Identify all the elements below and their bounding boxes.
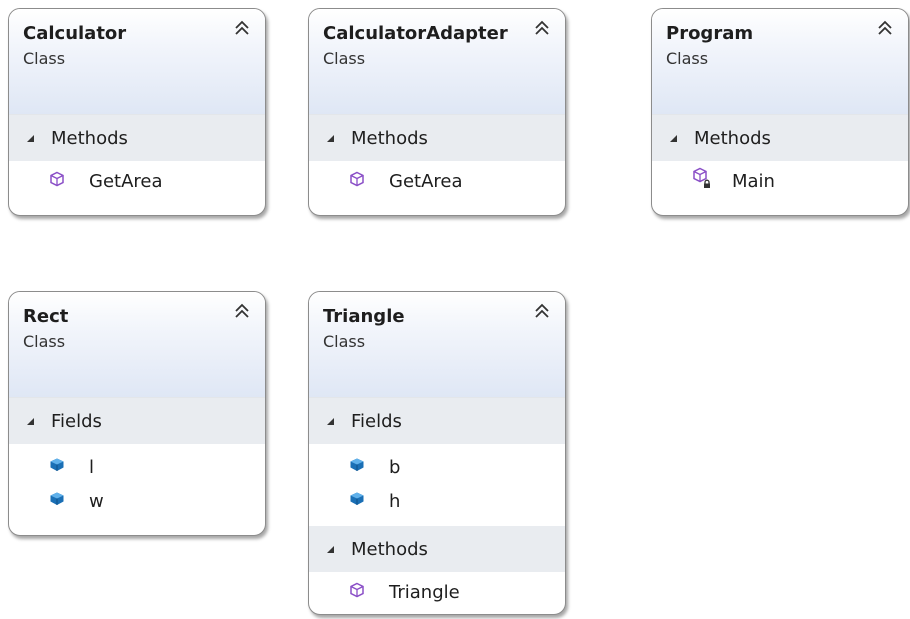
field-item[interactable]: w bbox=[9, 484, 265, 518]
class-kind: Class bbox=[666, 49, 709, 68]
field-icon bbox=[349, 457, 371, 477]
field-icon bbox=[349, 491, 371, 511]
field-item[interactable]: b bbox=[309, 450, 565, 484]
section-label: Methods bbox=[694, 127, 771, 149]
class-name: Program bbox=[666, 23, 754, 44]
class-header: CalculatorAdapter Class bbox=[309, 9, 565, 115]
member-label: b bbox=[389, 456, 401, 478]
class-name: Calculator bbox=[23, 23, 127, 44]
section-fields[interactable]: Fields bbox=[309, 398, 565, 444]
class-kind: Class bbox=[323, 332, 366, 351]
class-name: Triangle bbox=[323, 306, 405, 327]
member-label: Main bbox=[732, 170, 775, 192]
class-kind: Class bbox=[23, 332, 66, 351]
class-kind: Class bbox=[23, 49, 66, 68]
class-name: CalculatorAdapter bbox=[323, 23, 508, 44]
method-item[interactable]: Main bbox=[652, 161, 908, 201]
member-label: h bbox=[389, 490, 401, 512]
method-cube-icon bbox=[49, 171, 71, 191]
class-header: Triangle Class bbox=[309, 292, 565, 398]
member-label: GetArea bbox=[389, 170, 463, 192]
double-chevron-up-icon[interactable] bbox=[233, 19, 251, 37]
section-label: Fields bbox=[51, 410, 102, 432]
method-item[interactable]: Triangle bbox=[309, 572, 565, 612]
section-fields[interactable]: Fields bbox=[9, 398, 265, 444]
section-methods[interactable]: Methods bbox=[309, 115, 565, 161]
section-label: Methods bbox=[351, 127, 428, 149]
class-kind: Class bbox=[323, 49, 366, 68]
member-label: GetArea bbox=[89, 170, 163, 192]
method-cube-icon bbox=[349, 582, 371, 602]
class-box-triangle[interactable]: Triangle Class Fields b h Methods Triang… bbox=[308, 291, 566, 615]
triangle-expanded-icon bbox=[325, 133, 335, 143]
private-method-icon bbox=[692, 171, 714, 191]
method-item[interactable]: GetArea bbox=[309, 161, 565, 201]
class-box-rect[interactable]: Rect Class Fields l w bbox=[8, 291, 266, 536]
class-box-calculator-adapter[interactable]: CalculatorAdapter Class Methods GetArea bbox=[308, 8, 566, 216]
method-cube-icon bbox=[349, 171, 371, 191]
class-header: Calculator Class bbox=[9, 9, 265, 115]
double-chevron-up-icon[interactable] bbox=[533, 302, 551, 320]
triangle-expanded-icon bbox=[25, 133, 35, 143]
field-icon bbox=[49, 457, 71, 477]
field-item[interactable]: h bbox=[309, 484, 565, 518]
triangle-expanded-icon bbox=[25, 416, 35, 426]
triangle-expanded-icon bbox=[668, 133, 678, 143]
double-chevron-up-icon[interactable] bbox=[876, 19, 894, 37]
section-methods[interactable]: Methods bbox=[309, 526, 565, 572]
class-header: Rect Class bbox=[9, 292, 265, 398]
class-name: Rect bbox=[23, 306, 69, 327]
class-box-program[interactable]: Program Class Methods Main bbox=[651, 8, 909, 216]
double-chevron-up-icon[interactable] bbox=[233, 302, 251, 320]
section-label: Methods bbox=[51, 127, 128, 149]
section-label: Methods bbox=[351, 538, 428, 560]
member-label: w bbox=[89, 490, 104, 512]
method-item[interactable]: GetArea bbox=[9, 161, 265, 201]
field-item[interactable]: l bbox=[9, 450, 265, 484]
class-box-calculator[interactable]: Calculator Class Methods GetArea bbox=[8, 8, 266, 216]
triangle-expanded-icon bbox=[325, 544, 335, 554]
double-chevron-up-icon[interactable] bbox=[533, 19, 551, 37]
field-icon bbox=[49, 491, 71, 511]
section-label: Fields bbox=[351, 410, 402, 432]
member-label: l bbox=[89, 456, 95, 478]
member-label: Triangle bbox=[389, 581, 460, 603]
section-methods[interactable]: Methods bbox=[652, 115, 908, 161]
class-header: Program Class bbox=[652, 9, 908, 115]
triangle-expanded-icon bbox=[325, 416, 335, 426]
section-methods[interactable]: Methods bbox=[9, 115, 265, 161]
